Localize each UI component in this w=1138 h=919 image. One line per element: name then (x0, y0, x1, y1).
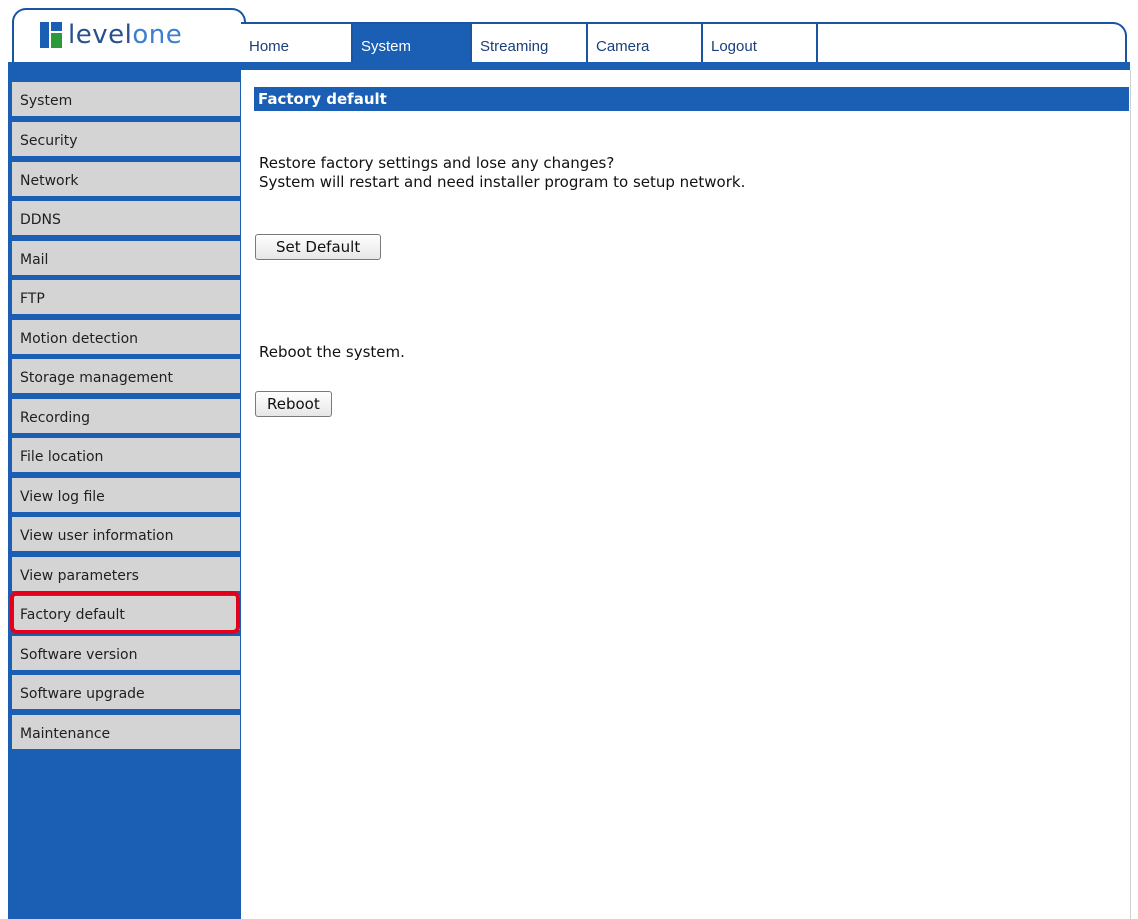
tab-logout[interactable]: Logout (703, 24, 818, 64)
reboot-button[interactable]: Reboot (255, 391, 332, 417)
sidebar-item-software-version[interactable]: Software version (12, 636, 240, 672)
sidebar-item-mail[interactable]: Mail (12, 241, 240, 277)
sidebar-item-network[interactable]: Network (12, 162, 240, 198)
top-nav: Home System Streaming Camera Logout (241, 22, 1127, 64)
sidebar-item-motion-detection[interactable]: Motion detection (12, 320, 240, 356)
logo-text: levelone (68, 20, 183, 50)
sidebar-item-storage-management[interactable]: Storage management (12, 359, 240, 395)
sidebar-item-system[interactable]: System (12, 82, 240, 118)
reboot-description: Reboot the system. (259, 343, 405, 361)
logo-tab: levelone (12, 8, 246, 66)
page-title: Factory default (254, 87, 1129, 111)
sidebar-item-security[interactable]: Security (12, 122, 240, 158)
header-divider (8, 62, 1130, 70)
restore-description-line2: System will restart and need installer p… (259, 173, 746, 191)
sidebar-item-view-log-file[interactable]: View log file (12, 478, 240, 514)
sidebar-item-ddns[interactable]: DDNS (12, 201, 240, 237)
tab-system[interactable]: System (353, 24, 472, 64)
restore-description-line1: Restore factory settings and lose any ch… (259, 154, 615, 172)
logo-mark-icon (40, 22, 62, 48)
main-content: Factory default Restore factory settings… (241, 70, 1131, 919)
sidebar-item-file-location[interactable]: File location (12, 438, 240, 474)
header: levelone Home System Streaming Camera Lo… (0, 0, 1138, 70)
levelone-logo: levelone (40, 22, 182, 48)
tab-home[interactable]: Home (241, 24, 353, 64)
sidebar-item-software-upgrade[interactable]: Software upgrade (12, 675, 240, 711)
sidebar-item-recording[interactable]: Recording (12, 399, 240, 435)
sidebar-item-view-parameters[interactable]: View parameters (12, 557, 240, 593)
sidebar-item-view-user-information[interactable]: View user information (12, 517, 240, 553)
sidebar-item-factory-default[interactable]: Factory default (12, 596, 240, 632)
tab-camera[interactable]: Camera (588, 24, 703, 64)
set-default-button[interactable]: Set Default (255, 234, 382, 260)
sidebar-item-maintenance[interactable]: Maintenance (12, 715, 240, 751)
tab-streaming[interactable]: Streaming (472, 24, 588, 64)
sidebar: System Security Network DDNS Mail FTP Mo… (8, 70, 241, 919)
sidebar-item-ftp[interactable]: FTP (12, 280, 240, 316)
